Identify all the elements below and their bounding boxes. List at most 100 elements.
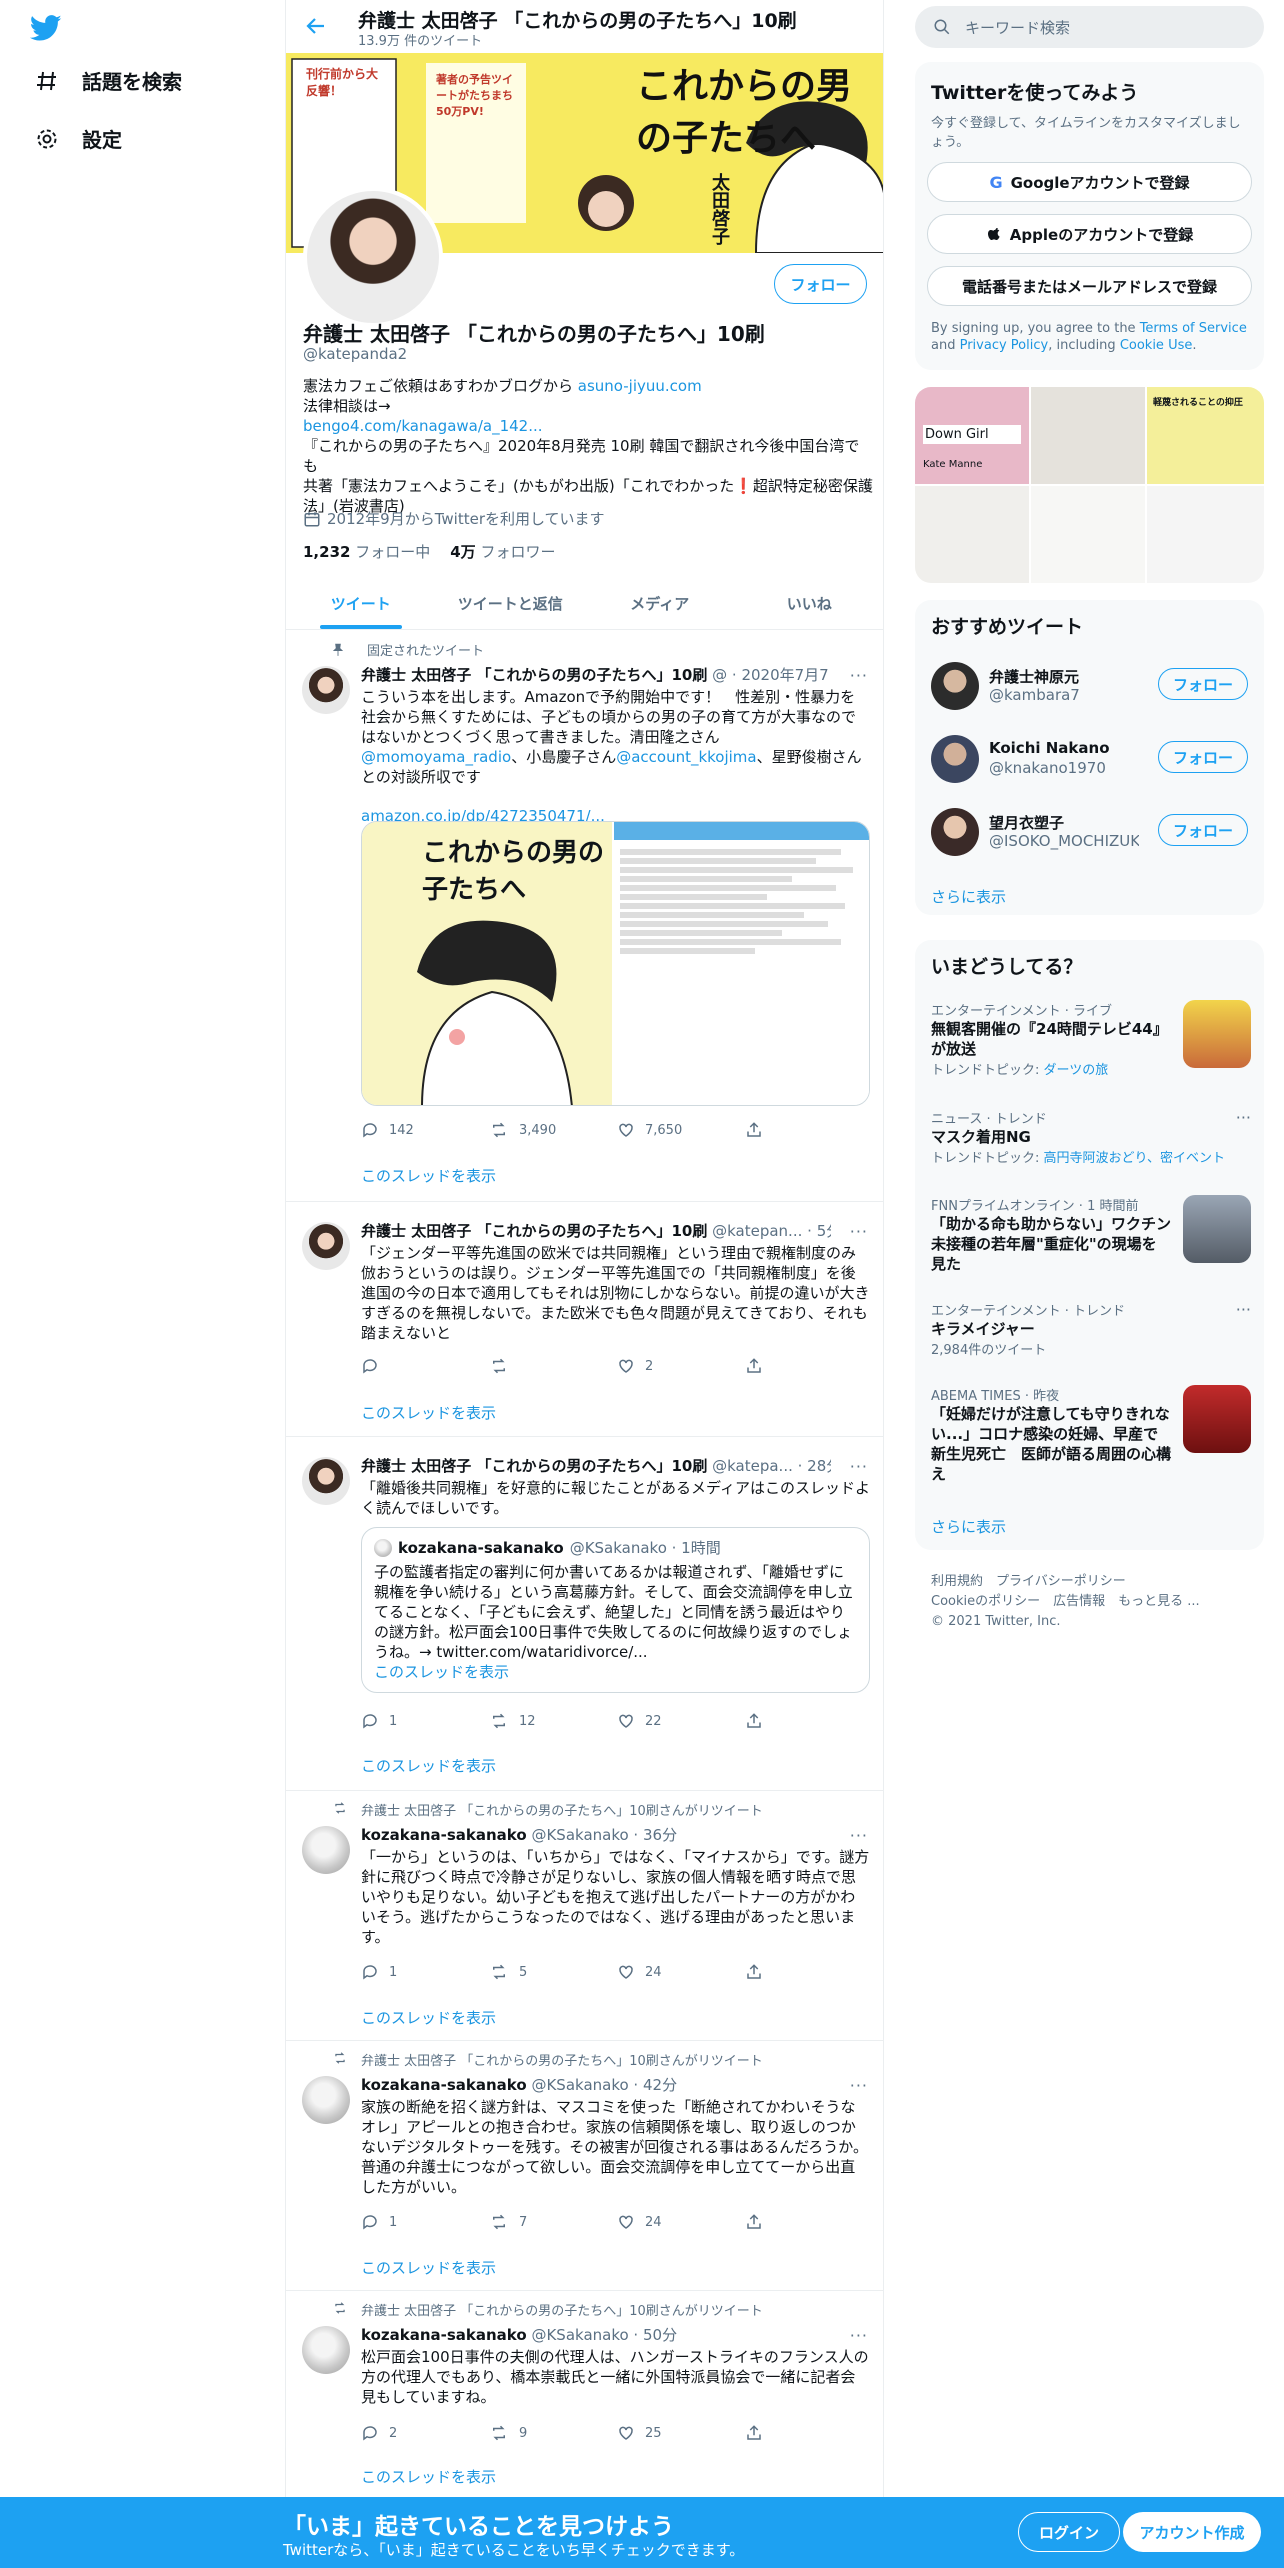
share-button[interactable]: [745, 1963, 873, 1981]
tab-tweets[interactable]: ツイート: [286, 577, 436, 629]
phone-email-signup-button[interactable]: 電話番号またはメールアドレスで登録: [927, 266, 1252, 306]
followers-link[interactable]: 4万 フォロワー: [450, 541, 555, 562]
follow-button[interactable]: フォロー: [1158, 668, 1248, 700]
footer-links-2[interactable]: Cookieのポリシー 広告情報 もっと見る ...: [931, 1592, 1261, 1612]
recommend-user[interactable]: 弁護士神原元 @kambara7 フォロー: [915, 652, 1264, 720]
more-options-icon[interactable]: ···: [850, 2076, 868, 2095]
like-button[interactable]: 24: [617, 2213, 745, 2231]
trend-item[interactable]: ABEMA TIMES · 昨夜 「妊婦だけが注意しても守りきれない...」コロ…: [931, 1385, 1251, 1495]
google-signup-button[interactable]: G Googleアカウントで登録: [927, 162, 1252, 202]
nav-settings[interactable]: 設定: [34, 124, 122, 153]
login-button[interactable]: ログイン: [1018, 2512, 1120, 2552]
retweet-button[interactable]: 9: [489, 2424, 617, 2442]
show-thread-link[interactable]: このスレッドを表示: [361, 2257, 496, 2278]
like-button[interactable]: 25: [617, 2424, 745, 2442]
trend-item[interactable]: エンターテインメント · ライブ 無観客開催の『24時間テレビ44』が放送 トレ…: [931, 1000, 1251, 1082]
tweet-author-name[interactable]: kozakana-sakanako: [361, 1826, 527, 1844]
privacy-link[interactable]: Privacy Policy: [960, 338, 1049, 353]
like-button[interactable]: 22: [617, 1712, 745, 1730]
media-grid[interactable]: Down Girl Kate Manne 軽蔑されることの抑圧: [915, 387, 1264, 583]
tab-media[interactable]: メディア: [585, 577, 735, 629]
trend-thumbnail[interactable]: [1183, 1385, 1251, 1453]
media-thumb-2[interactable]: [1031, 387, 1145, 484]
more-options-icon[interactable]: ···: [850, 1826, 868, 1845]
more-options-icon[interactable]: ···: [850, 2326, 868, 2345]
cookie-link[interactable]: Cookie Use: [1120, 338, 1193, 353]
user-avatar[interactable]: [931, 662, 979, 710]
share-button[interactable]: [745, 2213, 873, 2231]
tweet-handle[interactable]: @KSakanako ·: [531, 2326, 638, 2344]
tweet-avatar[interactable]: [302, 1222, 350, 1270]
footer-links-1[interactable]: 利用規約 プライバシーポリシー: [931, 1572, 1261, 1592]
retweet-button[interactable]: [489, 1357, 617, 1375]
show-thread-link[interactable]: このスレッドを表示: [361, 2007, 496, 2028]
retweet-button[interactable]: 5: [489, 1963, 617, 1981]
tweet-handle[interactable]: @KSakanako ·: [531, 2076, 638, 2094]
tweet-author-name[interactable]: 弁護士 太田啓子 「これからの男の子たちへ」10刷: [361, 666, 707, 684]
twitter-logo-icon[interactable]: [30, 12, 62, 44]
tweet-avatar[interactable]: [302, 1457, 350, 1505]
share-button[interactable]: [745, 1357, 873, 1375]
media-thumb-3[interactable]: 軽蔑されることの抑圧: [1147, 387, 1264, 484]
bio-link-asuno[interactable]: asuno-jiyuu.com: [578, 377, 702, 395]
signup-button[interactable]: アカウント作成: [1123, 2512, 1261, 2552]
trend-thumbnail[interactable]: [1183, 1195, 1251, 1263]
reply-button[interactable]: 2: [361, 2424, 489, 2442]
retweet-button[interactable]: 12: [489, 1712, 617, 1730]
show-thread-link[interactable]: このスレッドを表示: [361, 1402, 496, 1423]
media-thumb-6[interactable]: [1147, 486, 1264, 583]
show-thread-link[interactable]: このスレッドを表示: [361, 1165, 496, 1186]
follow-button[interactable]: フォロー: [1158, 741, 1248, 773]
more-options-icon[interactable]: ···: [850, 666, 868, 685]
trends-more-link[interactable]: さらに表示: [931, 1516, 1006, 1537]
profile-avatar[interactable]: [303, 187, 443, 327]
tweet-with-quote[interactable]: 弁護士 太田啓子 「これからの男の子たちへ」10刷 @katepa... · 2…: [286, 1437, 883, 1791]
trend-topic-link[interactable]: 高円寺阿波おどり、密イベント: [1044, 1151, 1225, 1166]
back-arrow-icon[interactable]: [304, 14, 328, 38]
retweet[interactable]: 弁護士 太田啓子 「これからの男の子たちへ」10刷さんがリツイート kozaka…: [286, 1791, 883, 2041]
tweet-time[interactable]: 50分: [643, 2326, 677, 2344]
retweeted-by[interactable]: 弁護士 太田啓子 「これからの男の子たちへ」10刷さんがリツイート: [361, 2300, 763, 2319]
user-avatar[interactable]: [931, 808, 979, 856]
tweet-avatar[interactable]: [302, 666, 350, 714]
trend-item[interactable]: エンターテインメント · トレンド キラメイジャー 2,984件のツイート ··…: [931, 1300, 1251, 1360]
share-button[interactable]: [745, 1712, 873, 1730]
more-options-icon[interactable]: ···: [850, 1222, 868, 1241]
show-thread-link[interactable]: このスレッドを表示: [361, 1755, 496, 1776]
mention-kkojima[interactable]: @account_kkojima: [616, 748, 756, 766]
retweet-button[interactable]: 3,490: [489, 1121, 617, 1139]
tweet-avatar[interactable]: [302, 2076, 350, 2124]
media-thumb-5[interactable]: [1031, 486, 1145, 583]
tweet-media-image[interactable]: これからの男の子たちへ: [361, 821, 870, 1106]
trend-thumbnail[interactable]: [1183, 1000, 1251, 1068]
quoted-tweet[interactable]: kozakana-sakanako @KSakanako · 1時間 子の監護者…: [361, 1527, 870, 1693]
bio-link-bengo4[interactable]: bengo4.com/kanagawa/a_142...: [303, 416, 873, 436]
reply-button[interactable]: 1: [361, 1963, 489, 1981]
tab-tweets-replies[interactable]: ツイートと返信: [436, 577, 586, 629]
tweet-author-name[interactable]: 弁護士 太田啓子 「これからの男の子たちへ」10刷: [361, 1457, 707, 1475]
user-avatar[interactable]: [931, 735, 979, 783]
user-name[interactable]: 望月衣塑子: [989, 812, 1064, 833]
nav-explore[interactable]: 話題を検索: [34, 66, 182, 95]
tab-likes[interactable]: いいね: [735, 577, 884, 629]
tweet-author-name[interactable]: kozakana-sakanako: [361, 2076, 527, 2094]
tweet-time[interactable]: 28分: [807, 1457, 831, 1475]
tweet-time[interactable]: 36分: [643, 1826, 677, 1844]
tweet-author-name[interactable]: 弁護士 太田啓子 「これからの男の子たちへ」10刷: [361, 1222, 707, 1240]
tweet-time[interactable]: 2020年7月7日: [741, 666, 831, 684]
tweet[interactable]: 弁護士 太田啓子 「これからの男の子たちへ」10刷 @katepan... · …: [286, 1202, 883, 1437]
more-options-icon[interactable]: ···: [1236, 1300, 1251, 1319]
tweet-avatar[interactable]: [302, 2326, 350, 2374]
retweet-button[interactable]: 7: [489, 2213, 617, 2231]
tweet-time[interactable]: 5分: [817, 1222, 831, 1240]
share-button[interactable]: [745, 1121, 873, 1139]
search-box[interactable]: キーワード検索: [915, 6, 1264, 48]
recommend-user[interactable]: 望月衣塑子 @ISOKO_MOCHIZUKI フォロー: [915, 798, 1264, 866]
trend-item[interactable]: FNNプライムオンライン · 1 時間前 「助かる命も助からない」ワクチン未接種…: [931, 1195, 1251, 1285]
mention-momoyama[interactable]: @momoyama_radio: [361, 748, 511, 766]
reply-button[interactable]: 142: [361, 1121, 489, 1139]
tweet-time[interactable]: 42分: [643, 2076, 677, 2094]
media-thumb-1[interactable]: Down Girl Kate Manne: [915, 387, 1029, 484]
terms-link[interactable]: Terms of Service: [1140, 321, 1247, 336]
recommend-user[interactable]: Koichi Nakano @knakano1970 フォロー: [915, 725, 1264, 793]
